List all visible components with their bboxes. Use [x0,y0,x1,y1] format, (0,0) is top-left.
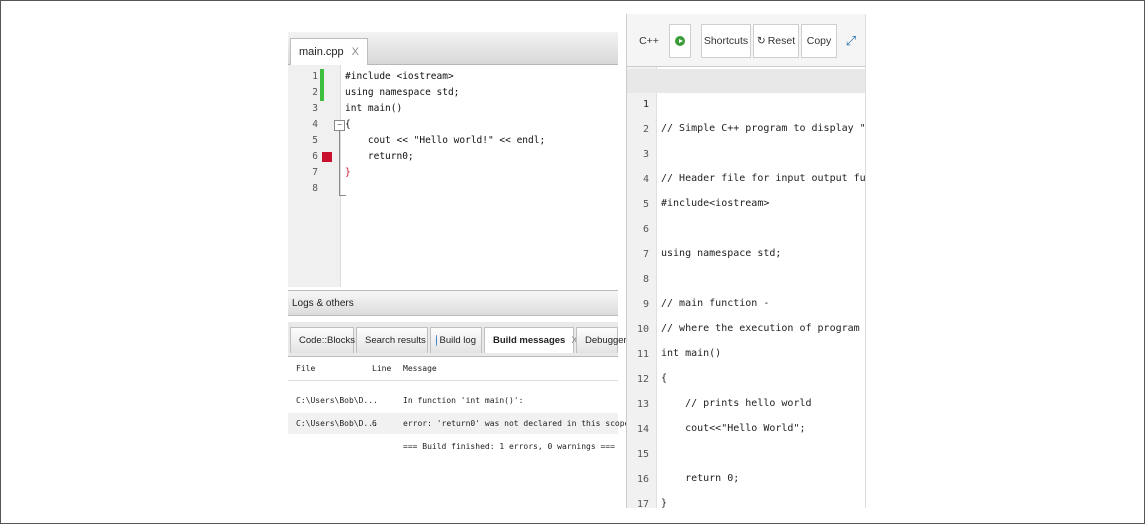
code-line: 5 [627,169,865,210]
tab-label: main.cpp [299,46,344,58]
column-header-file[interactable]: File [296,358,315,380]
code-line: 6 using namespace std; [627,194,865,259]
message-text: In function 'int main()': [403,396,524,405]
run-button[interactable] [669,24,691,58]
tab-label: Search results [365,335,426,346]
expand-icon[interactable]: ⤢ [839,24,863,58]
code-line: 8 // main function - [627,244,865,309]
code-text: using namespace std; [345,87,460,98]
line-number: 1 [312,71,318,82]
tab-label: Build log [439,335,476,346]
tab-search-results[interactable]: Search results [356,327,428,353]
code-line: 12 // prints hello world [627,344,865,409]
reset-button[interactable]: ↻ Reset [753,24,799,58]
code-line: 14 [627,394,865,435]
code-line: 5 cout << "Hello world!" << endl; [288,133,618,149]
line-number: 17 [636,499,649,508]
line-number: 7 [312,167,318,178]
code-line: 4 #include<iostream> [627,144,865,209]
code-line: 8 [288,181,618,197]
messages-header: File Line Message [288,358,618,381]
code-text: int main() [345,103,403,114]
code-line-error: 6 return0; [288,149,618,165]
tab-label: Code::Blocks [299,335,355,346]
online-code-editor: C++ Shortcuts ↻ Reset Copy ⤢ 1 // Simple… [626,14,866,508]
error-marker-icon[interactable] [322,152,332,162]
tab-build-log[interactable]: Build log [430,327,482,353]
message-line: 6 [372,419,377,428]
code-line: 16 } [627,444,865,508]
column-header-line[interactable]: Line [372,358,391,380]
tab-label: Debugger [585,335,627,346]
code-text: return0; [345,151,414,162]
tab-main-cpp[interactable]: main.cpp X [290,38,368,65]
code-area[interactable]: 1 // Simple C++ program to display "Hell… [627,67,865,508]
code-text: #include <iostream> [345,71,454,82]
fold-guide [339,131,340,195]
code-text: { [345,119,351,130]
copy-button[interactable]: Copy [801,24,837,58]
line-number: 6 [312,151,318,162]
fold-toggle-icon[interactable]: − [334,120,345,131]
code-line: 3 int main() [288,101,618,117]
reset-label: Reset [767,35,796,47]
code-text: cout << "Hello world!" << endl; [345,135,546,146]
line-number: 8 [312,183,318,194]
logs-tab-bar: Code::Blocks Search results Build log Bu… [288,322,627,357]
message-file: C:\Users\Bob\D... [296,396,378,405]
code-line: 2 [627,94,865,135]
line-number: 5 [312,135,318,146]
codeblocks-window: main.cpp X 1 #include <iostream> 2 using… [288,32,629,478]
message-row[interactable]: === Build finished: 1 errors, 0 warnings… [288,436,618,457]
code-line: 1 #include <iostream> [288,69,618,85]
code-line: 7 } [288,165,618,181]
line-number: 4 [312,119,318,130]
fold-guide-end [339,195,346,196]
pencil-icon [293,333,299,348]
tab-codeblocks[interactable]: Code::Blocks [290,327,355,353]
code-line: 1 // Simple C++ program to display "Hell… [627,69,865,134]
tab-build-messages[interactable]: Build messages X [484,327,578,353]
tab-label: Build messages [493,335,566,346]
build-messages-list: File Line Message C:\Users\Bob\D... In f… [288,358,629,478]
column-header-message[interactable]: Message [403,358,437,380]
code-text: } [345,167,351,178]
shortcuts-button[interactable]: Shortcuts [701,24,751,58]
message-text: === Build finished: 1 errors, 0 warnings… [403,442,615,451]
code-line: 2 using namespace std; [288,85,618,101]
tab-debugger[interactable]: Debugger [576,327,627,353]
editor-tab-bar: main.cpp X [288,32,618,65]
message-row[interactable]: C:\Users\Bob\D... In function 'int main(… [288,390,618,411]
code-line: 15 return 0; [627,419,865,484]
editor-toolbar: C++ Shortcuts ↻ Reset Copy ⤢ [627,14,865,67]
code-line: 7 [627,219,865,260]
code-line: 3 // Header file for input output functi… [627,119,865,184]
language-selector[interactable]: C++ [631,24,667,58]
code-line: 11 { [627,319,865,384]
reset-icon: ↻ [756,35,766,47]
gear-icon [436,335,437,346]
logs-panel-title: Logs & others [288,290,618,316]
close-icon[interactable]: X [352,46,359,58]
line-number: 2 [312,87,318,98]
code-line: 17 [627,469,865,508]
code-editor[interactable]: 1 #include <iostream> 2 using namespace … [288,65,618,310]
code-line: 9 // where the execution of program begi… [627,269,865,334]
line-number: 3 [312,103,318,114]
code-line: 10 int main() [627,294,865,359]
run-icon [675,36,685,46]
code-line: 13 cout<<"Hello World"; [627,369,865,434]
message-row[interactable]: C:\Users\Bob\D... 6 error: 'return0' was… [288,413,629,434]
message-file: C:\Users\Bob\D... [296,419,378,428]
message-text: error: 'return0' was not declared in thi… [403,419,630,428]
